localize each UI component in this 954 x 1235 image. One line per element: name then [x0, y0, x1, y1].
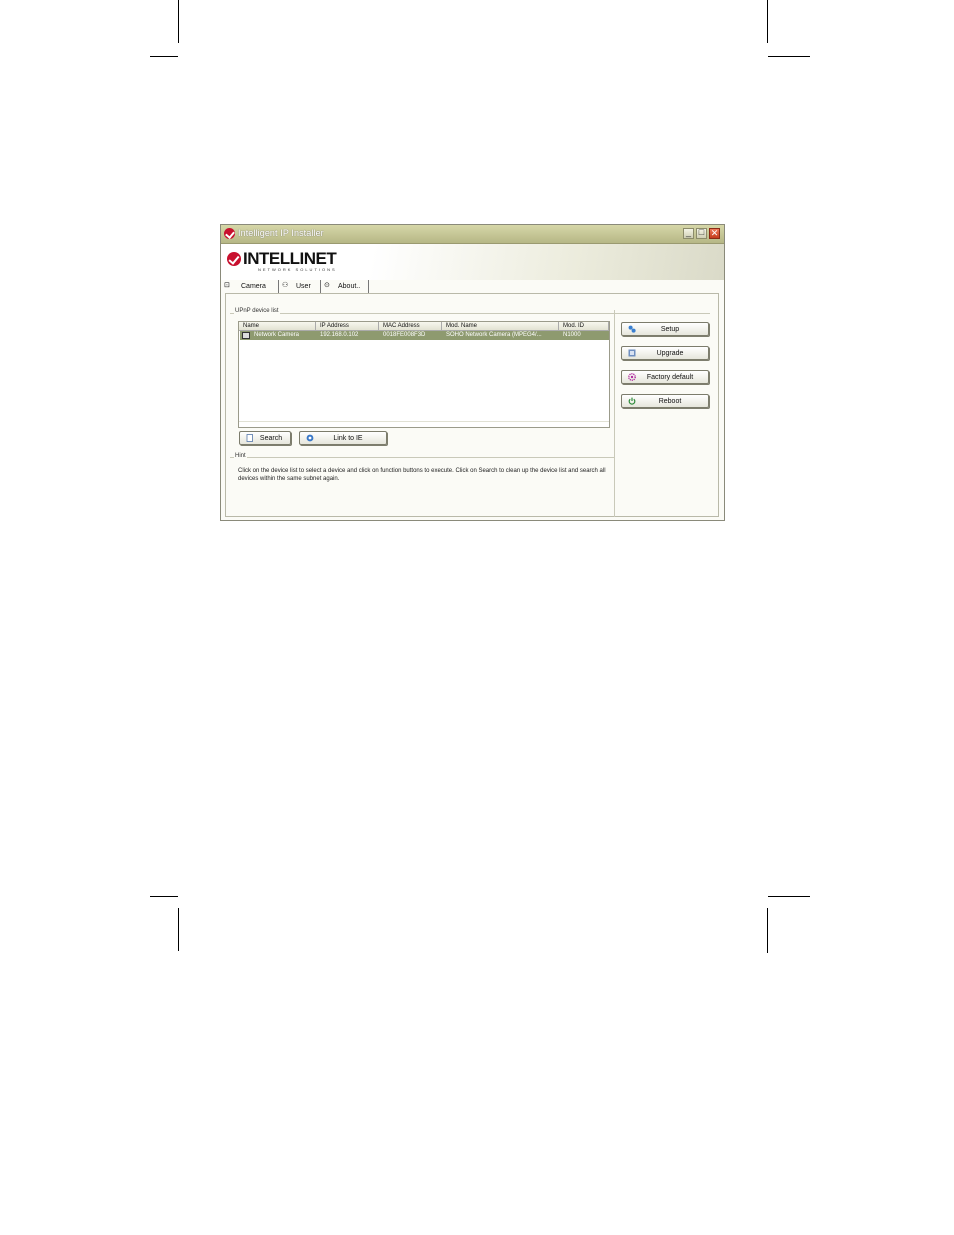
- maximize-icon: □: [698, 227, 705, 237]
- tab-label: User: [296, 283, 311, 290]
- window-title: Intelligent IP Installer: [238, 228, 324, 238]
- upnp-group-label: UPnP device list: [234, 308, 280, 314]
- camera-panel: UPnP device list Name IP Address MAC Add…: [225, 293, 719, 517]
- minimize-icon: _: [685, 227, 691, 237]
- hint-border: [230, 457, 614, 458]
- reboot-button[interactable]: Reboot: [621, 394, 709, 408]
- brand-header: INTELLINET NETWORK SOLUTIONS: [221, 244, 724, 280]
- search-label: Search: [259, 435, 283, 442]
- tab-user[interactable]: ⚇ User: [279, 280, 321, 293]
- hint-label: Hint: [234, 453, 247, 459]
- device-list[interactable]: Name IP Address MAC Address Mod. Name Mo…: [238, 321, 610, 428]
- setup-button[interactable]: Setup: [621, 322, 709, 336]
- crop-mark: [150, 56, 178, 57]
- title-bar[interactable]: Intelligent IP Installer _ □ ✕: [221, 225, 724, 244]
- close-button[interactable]: ✕: [709, 228, 720, 239]
- column-header-mac[interactable]: MAC Address: [379, 322, 442, 331]
- row-ip: 192.168.0.102: [320, 332, 359, 338]
- logo-name: INTELLINET: [243, 249, 337, 268]
- upgrade-button[interactable]: Upgrade: [621, 346, 709, 360]
- tab-camera[interactable]: ⊡ Camera: [221, 280, 279, 293]
- crop-mark: [178, 0, 179, 43]
- crop-mark: [767, 908, 768, 953]
- maximize-button[interactable]: □: [696, 227, 707, 239]
- link-to-ie-label: Link to IE: [333, 435, 363, 442]
- row-mod-name: SOHO Network Camera (MPEG4/...: [446, 332, 542, 338]
- crop-mark: [768, 896, 810, 897]
- user-icon: ⚇: [282, 282, 289, 289]
- group-border: [230, 313, 710, 314]
- crop-mark: [150, 896, 178, 897]
- close-icon: ✕: [710, 228, 719, 238]
- row-name: Network Camera: [254, 332, 300, 338]
- hint-text: Click on the device list to select a dev…: [238, 468, 606, 482]
- column-header-ip[interactable]: IP Address: [316, 322, 379, 331]
- minimize-button[interactable]: _: [683, 227, 694, 239]
- crop-mark: [178, 908, 179, 951]
- logo-tagline: NETWORK SOLUTIONS: [258, 267, 337, 272]
- row-mod-id: N1000: [563, 332, 581, 338]
- tab-about[interactable]: ⊙ About..: [321, 280, 369, 293]
- column-header-name[interactable]: Name: [239, 322, 316, 331]
- tab-bar: ⊡ Camera ⚇ User ⊙ About..: [221, 280, 724, 294]
- tab-label: About..: [338, 283, 361, 290]
- network-camera-icon: [242, 332, 250, 339]
- factory-default-button[interactable]: Factory default: [621, 370, 709, 384]
- setup-label: Setup: [660, 326, 680, 333]
- intellinet-logo-icon: [227, 252, 241, 266]
- crop-mark: [768, 56, 810, 57]
- column-header-mod-name[interactable]: Mod. Name: [442, 322, 559, 331]
- divider: [614, 310, 615, 517]
- crop-mark: [767, 0, 768, 43]
- camera-icon: ⊡: [224, 282, 230, 289]
- link-to-ie-button[interactable]: Link to IE: [299, 431, 387, 445]
- info-icon: ⊙: [324, 282, 330, 289]
- app-icon: [224, 228, 235, 239]
- search-button[interactable]: Search: [239, 431, 291, 445]
- list-separator: [239, 421, 609, 422]
- factory-default-label: Factory default: [646, 374, 694, 381]
- reboot-label: Reboot: [658, 398, 682, 405]
- installer-window: Intelligent IP Installer _ □ ✕ INTELLINE…: [220, 224, 725, 521]
- row-mac: 0018FE008F3D: [383, 332, 426, 338]
- tab-label: Camera: [241, 283, 266, 290]
- table-row[interactable]: Network Camera 192.168.0.102 0018FE008F3…: [240, 331, 609, 340]
- upgrade-label: Upgrade: [656, 350, 684, 357]
- column-header-mod-id[interactable]: Mod. ID: [559, 322, 609, 331]
